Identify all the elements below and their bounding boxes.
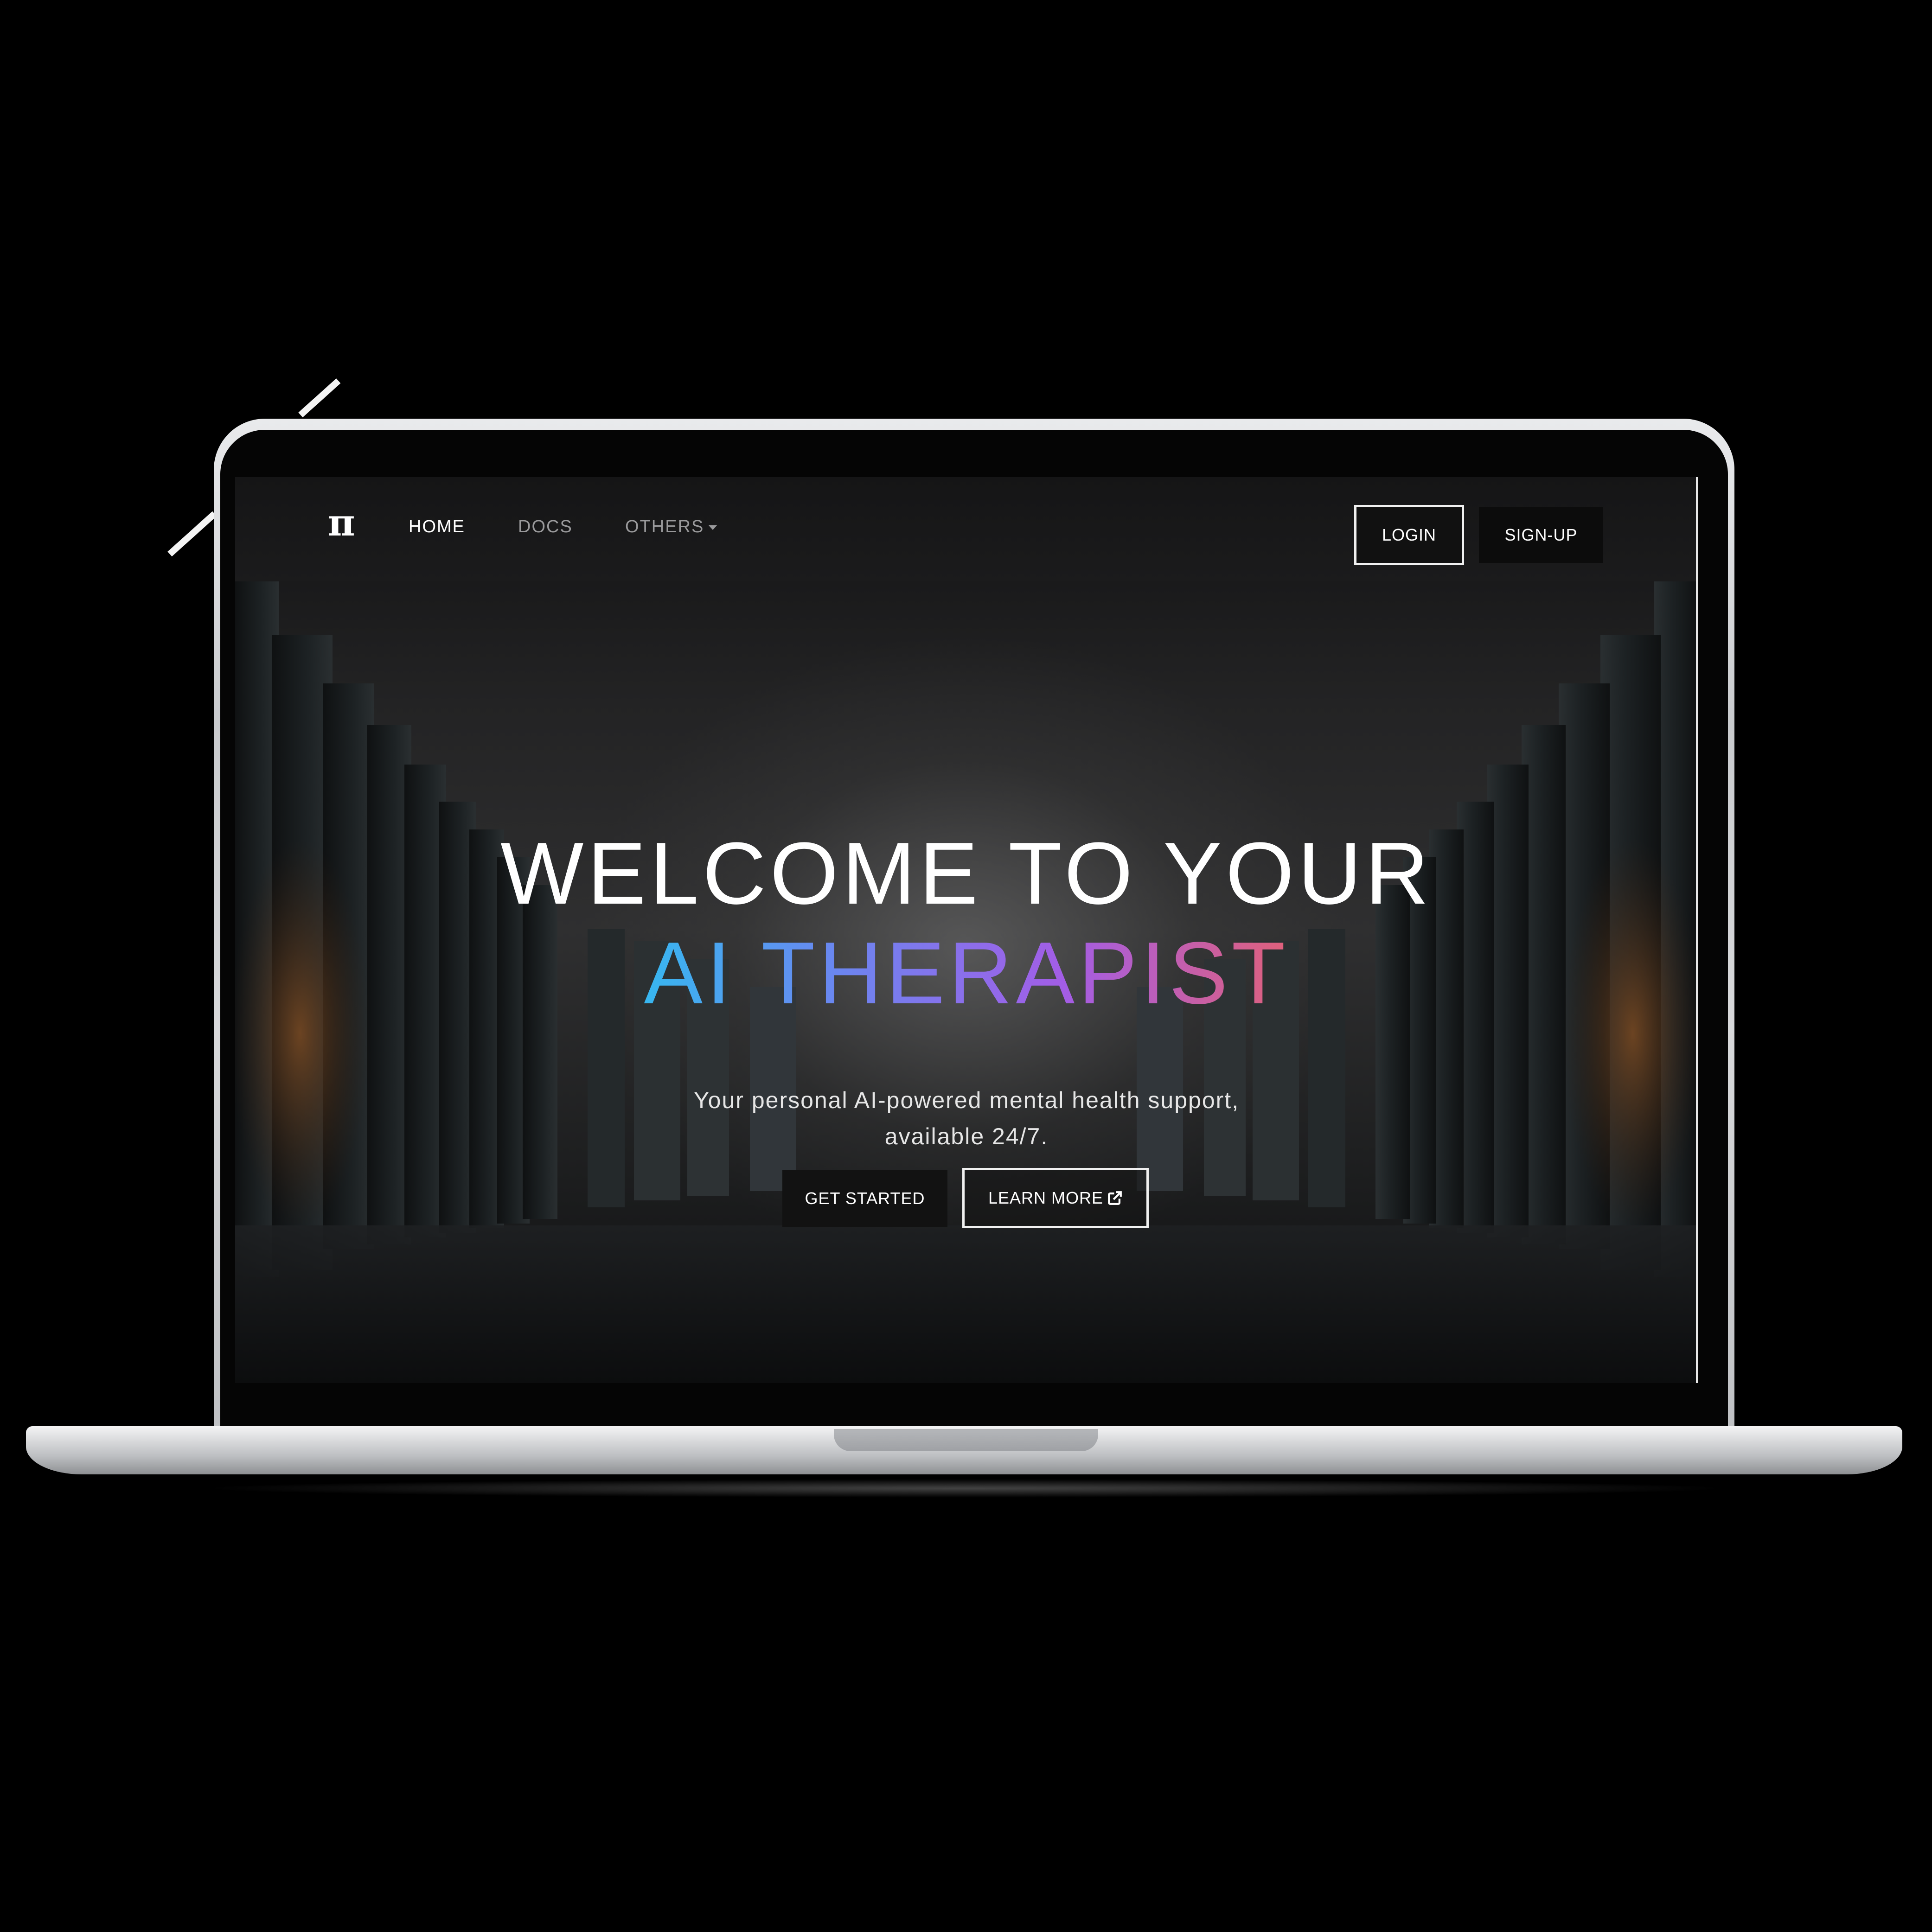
decorative-glint [167,511,217,557]
mockup-stage: π HOME DOCS OTHERS LOGIN SIGN-UP WELCOME… [0,0,1932,1932]
login-button[interactable]: LOGIN [1354,505,1464,565]
learn-more-label: LEARN MORE [988,1188,1104,1207]
hero-title-gradient-text: AI THERAPIST [644,924,1289,1022]
signup-button[interactable]: SIGN-UP [1479,507,1603,563]
caret-down-icon [709,525,717,530]
learn-more-button[interactable]: LEARN MORE [962,1168,1149,1228]
navbar: π HOME DOCS OTHERS LOGIN SIGN-UP [235,477,1696,581]
nav-link-home[interactable]: HOME [409,518,465,536]
nav-link-docs[interactable]: DOCS [518,518,573,536]
hero-title-line1: WELCOME TO YOUR [500,824,1433,923]
laptop-shadow [199,1479,1730,1498]
external-link-icon [1108,1191,1122,1205]
get-started-button[interactable]: GET STARTED [782,1170,947,1227]
nav-dropdown-others-label: OTHERS [625,517,704,536]
hero-subtitle-line1: Your personal AI-powered mental health s… [693,1087,1240,1113]
hero-floor [235,1225,1696,1383]
hero-title-line2: AI THERAPIST [235,929,1696,1017]
nav-dropdown-others[interactable]: OTHERS [625,518,717,536]
laptop-opening-notch [834,1429,1098,1451]
laptop-screen: π HOME DOCS OTHERS LOGIN SIGN-UP WELCOME… [235,477,1698,1383]
decorative-glint [298,378,341,418]
hero-subtitle: Your personal AI-powered mental health s… [235,1082,1696,1154]
hero-subtitle-line2: available 24/7. [884,1123,1049,1149]
brand-logo[interactable]: π [328,504,355,541]
